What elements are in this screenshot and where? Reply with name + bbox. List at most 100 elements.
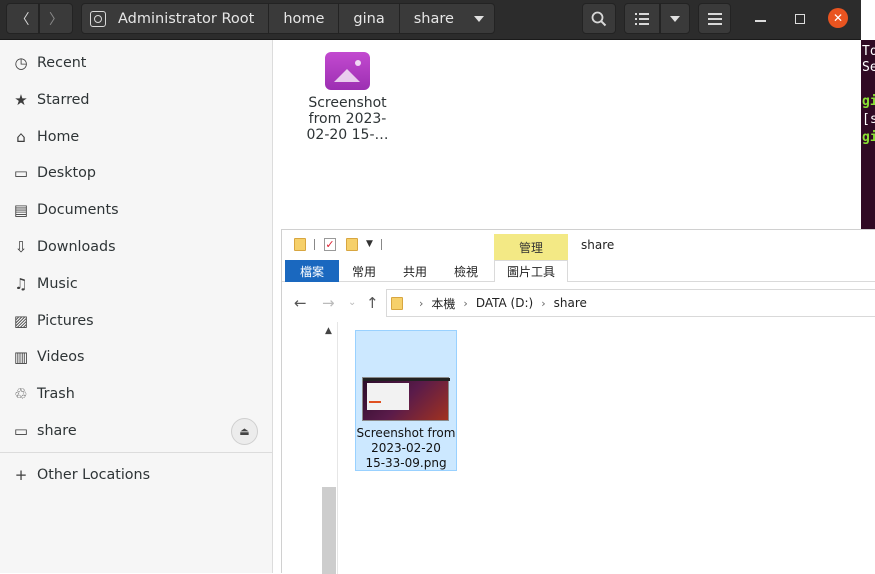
sidebar-divider xyxy=(0,452,273,453)
address-segment[interactable]: share xyxy=(554,296,587,310)
download-icon: ⇩ xyxy=(14,238,28,256)
breadcrumb-root[interactable]: Administrator Root xyxy=(81,3,270,34)
pictures-icon: ▨ xyxy=(13,311,29,330)
sidebar-item-label: Desktop xyxy=(37,165,96,182)
terminal-window[interactable]: To Se gi [s gi xyxy=(861,40,875,230)
maximize-button[interactable] xyxy=(795,14,805,24)
hamburger-icon xyxy=(707,12,722,25)
header-bar: 〈 〉 Administrator Root home gina share ✕ xyxy=(0,0,861,40)
chevron-down-icon[interactable]: ▼ xyxy=(366,239,373,249)
sidebar-item-desktop[interactable]: ▭ Desktop xyxy=(0,156,273,190)
toolbar-separator xyxy=(314,239,315,250)
sidebar-item-pictures[interactable]: ▨ Pictures xyxy=(0,304,273,338)
tab-view[interactable]: 檢視 xyxy=(446,260,486,282)
sidebar-item-documents[interactable]: ▤ Documents xyxy=(0,193,273,227)
breadcrumb-home[interactable]: home xyxy=(269,3,340,34)
file-name-label: Screenshot from 2023-02-20 15-33-09.png xyxy=(356,426,456,471)
up-arrow-icon[interactable]: ↑ xyxy=(366,294,379,312)
file-label-line: 02-20 15-… xyxy=(306,127,389,143)
file-name-line: 15-33-09.png xyxy=(365,456,447,470)
sidebar-item-other-locations[interactable]: + Other Locations xyxy=(0,458,273,492)
tab-share[interactable]: 共用 xyxy=(395,260,435,282)
file-label[interactable]: Screenshot from 2023- 02-20 15-… xyxy=(300,95,395,143)
breadcrumb-label: home xyxy=(283,10,325,27)
tab-file[interactable]: 檔案 xyxy=(285,260,339,282)
selected-file-item[interactable]: Screenshot from 2023-02-20 15-33-09.png xyxy=(355,330,457,471)
close-icon: ✕ xyxy=(832,11,844,25)
menu-button[interactable] xyxy=(698,3,731,34)
scrollbar-thumb[interactable] xyxy=(322,487,336,574)
address-segment[interactable]: DATA (D:) xyxy=(476,296,533,310)
tab-picture-tools[interactable]: 圖片工具 xyxy=(494,260,568,282)
toolbar-separator xyxy=(381,239,382,250)
sidebar-item-label: Downloads xyxy=(37,239,116,255)
sidebar-item-label: Starred xyxy=(37,91,90,108)
eject-button[interactable]: ⏏ xyxy=(231,418,258,445)
breadcrumb-gina[interactable]: gina xyxy=(339,3,400,34)
folder-icon xyxy=(391,296,403,310)
eject-icon: ⏏ xyxy=(239,425,250,438)
window-title: share xyxy=(581,238,615,252)
forward-arrow-icon[interactable]: → xyxy=(322,294,335,312)
terminal-line: gi xyxy=(862,94,875,109)
drive-icon: ▭ xyxy=(13,422,29,440)
file-label-line: from 2023- xyxy=(308,111,387,127)
plus-icon: + xyxy=(14,466,28,484)
recent-dropdown-icon[interactable]: ⌄ xyxy=(348,297,356,308)
terminal-line: gi xyxy=(862,130,875,145)
breadcrumb-share[interactable]: share xyxy=(399,3,495,34)
ribbon-tabs: 檔案 常用 共用 檢視 圖片工具 xyxy=(282,260,875,282)
new-folder-icon[interactable] xyxy=(346,238,358,251)
image-file-icon[interactable] xyxy=(325,52,370,90)
sidebar-item-trash[interactable]: ♲ Trash xyxy=(0,377,273,411)
terminal-line: Se xyxy=(862,60,875,75)
home-icon: ⌂ xyxy=(16,127,26,146)
sidebar-item-home[interactable]: ⌂ Home xyxy=(0,120,273,154)
star-icon: ★ xyxy=(14,90,28,109)
file-name-line: Screenshot from xyxy=(356,426,456,440)
scroll-up-icon[interactable]: ▲ xyxy=(325,326,332,336)
view-options-button[interactable] xyxy=(660,3,690,34)
sidebar-item-recent[interactable]: ◷ Recent xyxy=(0,46,273,80)
chevron-right-icon: › xyxy=(463,296,468,310)
explorer-window: ✓ ▼ 管理 share 檔案 常用 共用 檢視 圖片工具 ← → ⌄ ↑ › … xyxy=(281,229,875,574)
breadcrumb-label: share xyxy=(413,10,454,27)
navigation-pane: ▲ xyxy=(282,322,338,574)
folder-icon[interactable] xyxy=(294,238,306,251)
sidebar-item-label: Home xyxy=(37,128,80,145)
tab-home[interactable]: 常用 xyxy=(344,260,384,282)
terminal-line: [s xyxy=(862,112,875,127)
minimize-button[interactable] xyxy=(755,20,766,22)
chevron-right-icon: › xyxy=(419,296,424,310)
sidebar-item-music[interactable]: ♫ Music xyxy=(0,267,273,301)
breadcrumb: Administrator Root home gina share xyxy=(81,3,495,34)
document-icon: ▤ xyxy=(13,201,29,220)
close-button[interactable]: ✕ xyxy=(828,8,848,28)
trash-icon: ♲ xyxy=(14,385,28,404)
list-view-icon xyxy=(635,12,649,25)
terminal-line: To xyxy=(862,44,875,59)
sidebar-item-starred[interactable]: ★ Starred xyxy=(0,83,273,117)
chevron-right-icon: 〉 xyxy=(49,11,63,28)
back-arrow-icon[interactable]: ← xyxy=(294,294,307,312)
back-button[interactable]: 〈 xyxy=(6,3,39,34)
tab-manage[interactable]: 管理 xyxy=(494,234,568,260)
clock-icon: ◷ xyxy=(14,54,28,72)
thumbnail-bar xyxy=(363,378,450,381)
sidebar-item-label: share xyxy=(37,423,77,439)
video-icon: ▥ xyxy=(13,348,29,367)
address-bar[interactable]: › 本機 › DATA (D:) › share xyxy=(386,289,875,317)
sidebar-item-label: Documents xyxy=(37,202,119,219)
sidebar-item-videos[interactable]: ▥ Videos xyxy=(0,340,273,374)
properties-check-icon[interactable]: ✓ xyxy=(324,238,336,251)
sidebar: ◷ Recent ★ Starred ⌂ Home ▭ Desktop ▤ Documents ⇩ D… xyxy=(0,40,273,573)
search-button[interactable] xyxy=(582,3,616,34)
address-segment[interactable]: 本機 xyxy=(431,295,455,312)
sidebar-item-label: Recent xyxy=(37,55,87,71)
forward-button[interactable]: 〉 xyxy=(39,3,73,34)
view-toggle-button[interactable] xyxy=(624,3,660,34)
sidebar-item-downloads[interactable]: ⇩ Downloads xyxy=(0,230,273,264)
thumbnail-window xyxy=(367,383,409,410)
chevron-left-icon: 〈 xyxy=(15,11,30,28)
address-row: ← → ⌄ ↑ › 本機 › DATA (D:) › share xyxy=(282,282,875,322)
